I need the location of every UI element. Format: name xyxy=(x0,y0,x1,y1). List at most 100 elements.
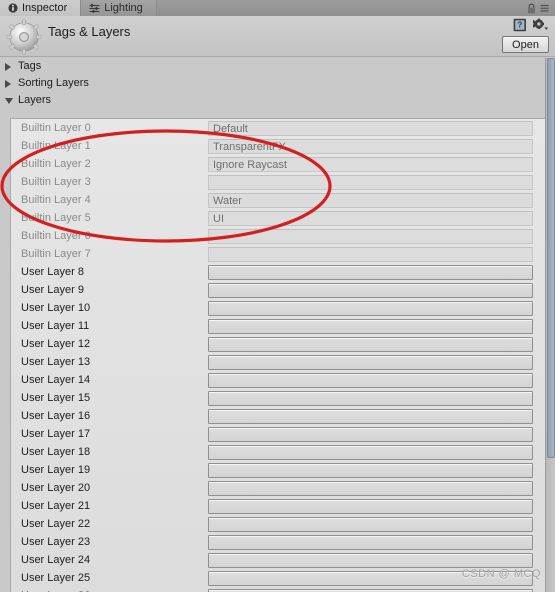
layer-name-readonly xyxy=(208,246,533,262)
layer-label: Builtin Layer 2 xyxy=(21,158,91,170)
layer-row: User Layer 9 xyxy=(11,281,545,299)
layer-name-readonly xyxy=(208,174,533,190)
asset-header: Tags & Layers ? Open xyxy=(0,16,555,57)
layer-row: Builtin Layer 6 xyxy=(11,227,545,245)
foldout-layers[interactable]: Layers xyxy=(0,92,555,109)
layer-name-input[interactable] xyxy=(208,264,533,280)
layer-name-input[interactable] xyxy=(208,318,533,334)
layer-label: User Layer 24 xyxy=(21,554,91,566)
layer-label: User Layer 23 xyxy=(21,536,91,548)
layer-name-input[interactable] xyxy=(208,408,533,424)
layer-name-input[interactable] xyxy=(208,336,533,352)
tab-inspector[interactable]: Inspector xyxy=(0,0,82,16)
layer-label: User Layer 13 xyxy=(21,356,91,368)
chevron-right-icon xyxy=(5,80,11,88)
layer-label: User Layer 10 xyxy=(21,302,91,314)
open-button[interactable]: Open xyxy=(502,36,549,53)
inspector-window: Inspector Lighting Tags & Layers ? Open … xyxy=(0,0,555,592)
inspector-body: Tags Sorting Layers Layers Builtin Layer… xyxy=(0,58,555,592)
layer-name-readonly: Water xyxy=(208,192,533,208)
layer-name-input[interactable] xyxy=(208,426,533,442)
vertical-scrollbar[interactable] xyxy=(545,58,555,592)
layer-row: User Layer 12 xyxy=(11,335,545,353)
layer-label: User Layer 9 xyxy=(21,284,84,296)
layer-name-input[interactable] xyxy=(208,498,533,514)
layer-row: Builtin Layer 0 Default xyxy=(11,119,545,137)
tab-lighting-label: Lighting xyxy=(104,2,143,14)
layer-label: Builtin Layer 4 xyxy=(21,194,91,206)
layer-label: User Layer 8 xyxy=(21,266,84,278)
foldout-sorting-layers[interactable]: Sorting Layers xyxy=(0,75,555,92)
layer-row: User Layer 18 xyxy=(11,443,545,461)
tab-bar-filler xyxy=(156,0,555,16)
foldout-layers-label: Layers xyxy=(18,94,52,106)
layer-row: Builtin Layer 4 Water xyxy=(11,191,545,209)
layer-label: User Layer 20 xyxy=(21,482,91,494)
layer-row: Builtin Layer 7 xyxy=(11,245,545,263)
lock-icon[interactable] xyxy=(527,3,536,14)
info-icon xyxy=(8,3,18,13)
layer-name-input[interactable] xyxy=(208,552,533,568)
layer-row: Builtin Layer 5 UI xyxy=(11,209,545,227)
layer-name-input[interactable] xyxy=(208,372,533,388)
layer-name-input[interactable] xyxy=(208,534,533,550)
layer-row: User Layer 26 xyxy=(11,587,545,592)
layer-name-input[interactable] xyxy=(208,444,533,460)
header-tools: ? xyxy=(513,18,549,32)
layer-name-readonly: UI xyxy=(208,210,533,226)
layer-name-input[interactable] xyxy=(208,300,533,316)
layer-name-input[interactable] xyxy=(208,588,533,592)
layer-name-input[interactable] xyxy=(208,480,533,496)
layer-label: Builtin Layer 1 xyxy=(21,140,91,152)
layer-label: Builtin Layer 7 xyxy=(21,248,91,260)
layer-label: User Layer 16 xyxy=(21,410,91,422)
scrollbar-thumb[interactable] xyxy=(547,58,555,458)
foldout-sorting-layers-label: Sorting Layers xyxy=(18,77,89,89)
layer-label: Builtin Layer 5 xyxy=(21,212,91,224)
layer-name-input[interactable] xyxy=(208,390,533,406)
layer-name-input[interactable] xyxy=(208,516,533,532)
layer-label: Builtin Layer 0 xyxy=(21,122,91,134)
tab-lighting[interactable]: Lighting xyxy=(81,0,157,16)
svg-text:?: ? xyxy=(517,21,522,30)
tab-bar: Inspector Lighting xyxy=(0,0,555,16)
gear-dropdown-icon[interactable] xyxy=(532,18,549,32)
layer-row: User Layer 13 xyxy=(11,353,545,371)
layer-label: User Layer 21 xyxy=(21,500,91,512)
gear-asset-icon xyxy=(6,19,42,55)
layer-name-readonly: TransparentFX xyxy=(208,138,533,154)
layer-label: User Layer 25 xyxy=(21,572,91,584)
layer-label: User Layer 14 xyxy=(21,374,91,386)
layer-row: User Layer 17 xyxy=(11,425,545,443)
layer-row: User Layer 23 xyxy=(11,533,545,551)
tab-bar-tools xyxy=(527,0,553,16)
help-book-icon[interactable]: ? xyxy=(513,18,527,32)
layer-row: Builtin Layer 1 TransparentFX xyxy=(11,137,545,155)
layer-label: Builtin Layer 3 xyxy=(21,176,91,188)
layer-label: User Layer 22 xyxy=(21,518,91,530)
chevron-down-icon xyxy=(5,98,13,104)
layer-row: User Layer 16 xyxy=(11,407,545,425)
layer-row: User Layer 19 xyxy=(11,461,545,479)
layer-name-readonly xyxy=(208,228,533,244)
layer-row: User Layer 11 xyxy=(11,317,545,335)
layer-row: User Layer 8 xyxy=(11,263,545,281)
layers-list: Builtin Layer 0 Default Builtin Layer 1 Tra… xyxy=(10,118,545,592)
hamburger-menu-icon[interactable] xyxy=(540,4,551,13)
page-title: Tags & Layers xyxy=(48,24,131,39)
layer-name-input[interactable] xyxy=(208,462,533,478)
tab-inspector-label: Inspector xyxy=(22,2,68,14)
foldout-tags-label: Tags xyxy=(18,60,42,72)
layer-row: User Layer 14 xyxy=(11,371,545,389)
layer-label: User Layer 19 xyxy=(21,464,91,476)
layer-row: Builtin Layer 2 Ignore Raycast xyxy=(11,155,545,173)
layer-label: User Layer 15 xyxy=(21,392,91,404)
layer-row: User Layer 20 xyxy=(11,479,545,497)
layer-label: User Layer 17 xyxy=(21,428,91,440)
layer-row: User Layer 10 xyxy=(11,299,545,317)
layer-name-input[interactable] xyxy=(208,282,533,298)
layer-label: Builtin Layer 6 xyxy=(21,230,91,242)
layer-name-input[interactable] xyxy=(208,354,533,370)
layer-row: User Layer 24 xyxy=(11,551,545,569)
foldout-tags[interactable]: Tags xyxy=(0,58,555,75)
